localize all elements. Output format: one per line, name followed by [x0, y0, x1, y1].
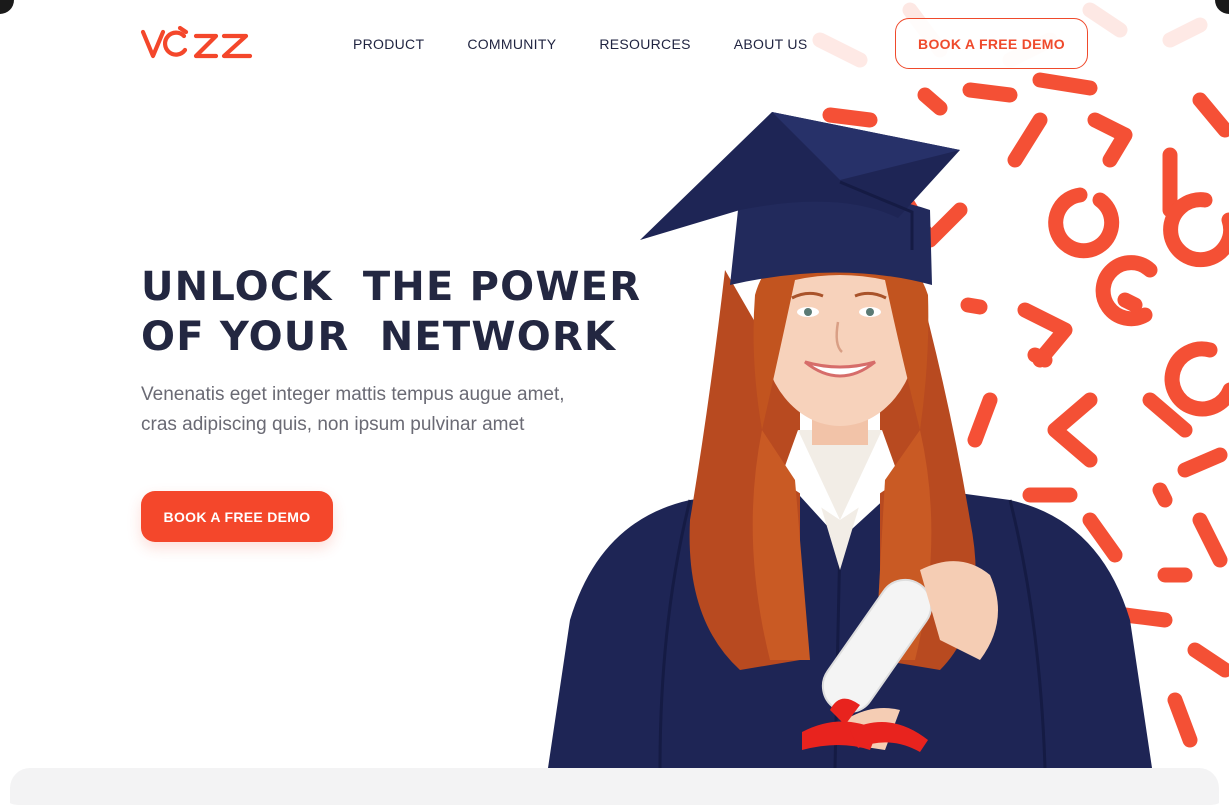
nav-about-us[interactable]: ABOUT US — [734, 36, 808, 52]
hero-subtext-line2: cras adipiscing quis, non ipsum pulvinar… — [141, 414, 525, 435]
header-book-demo-button[interactable]: BOOK A FREE DEMO — [895, 18, 1088, 69]
next-section-edge — [10, 768, 1219, 805]
main-navigation: PRODUCT COMMUNITY RESOURCES ABOUT US — [353, 36, 850, 52]
hero-headline-line2: OF YOUR NETWORK — [141, 314, 617, 360]
nav-community[interactable]: COMMUNITY — [467, 36, 556, 52]
hero-subtext-line1: Venenatis eget integer mattis tempus aug… — [141, 384, 565, 405]
nav-resources[interactable]: RESOURCES — [599, 36, 690, 52]
graduate-photo — [548, 112, 1152, 769]
nav-product[interactable]: PRODUCT — [353, 36, 424, 52]
landing-page: PRODUCT COMMUNITY RESOURCES ABOUT US BOO… — [0, 0, 1229, 805]
vozz-logo[interactable] — [140, 22, 256, 64]
hero-headline-line1: UNLOCK THE POWER — [141, 264, 642, 310]
hero-headline: UNLOCK THE POWER OF YOUR NETWORK — [141, 262, 661, 362]
hero-book-demo-button[interactable]: BOOK A FREE DEMO — [141, 491, 333, 542]
hero-subtext: Venenatis eget integer mattis tempus aug… — [141, 380, 621, 440]
